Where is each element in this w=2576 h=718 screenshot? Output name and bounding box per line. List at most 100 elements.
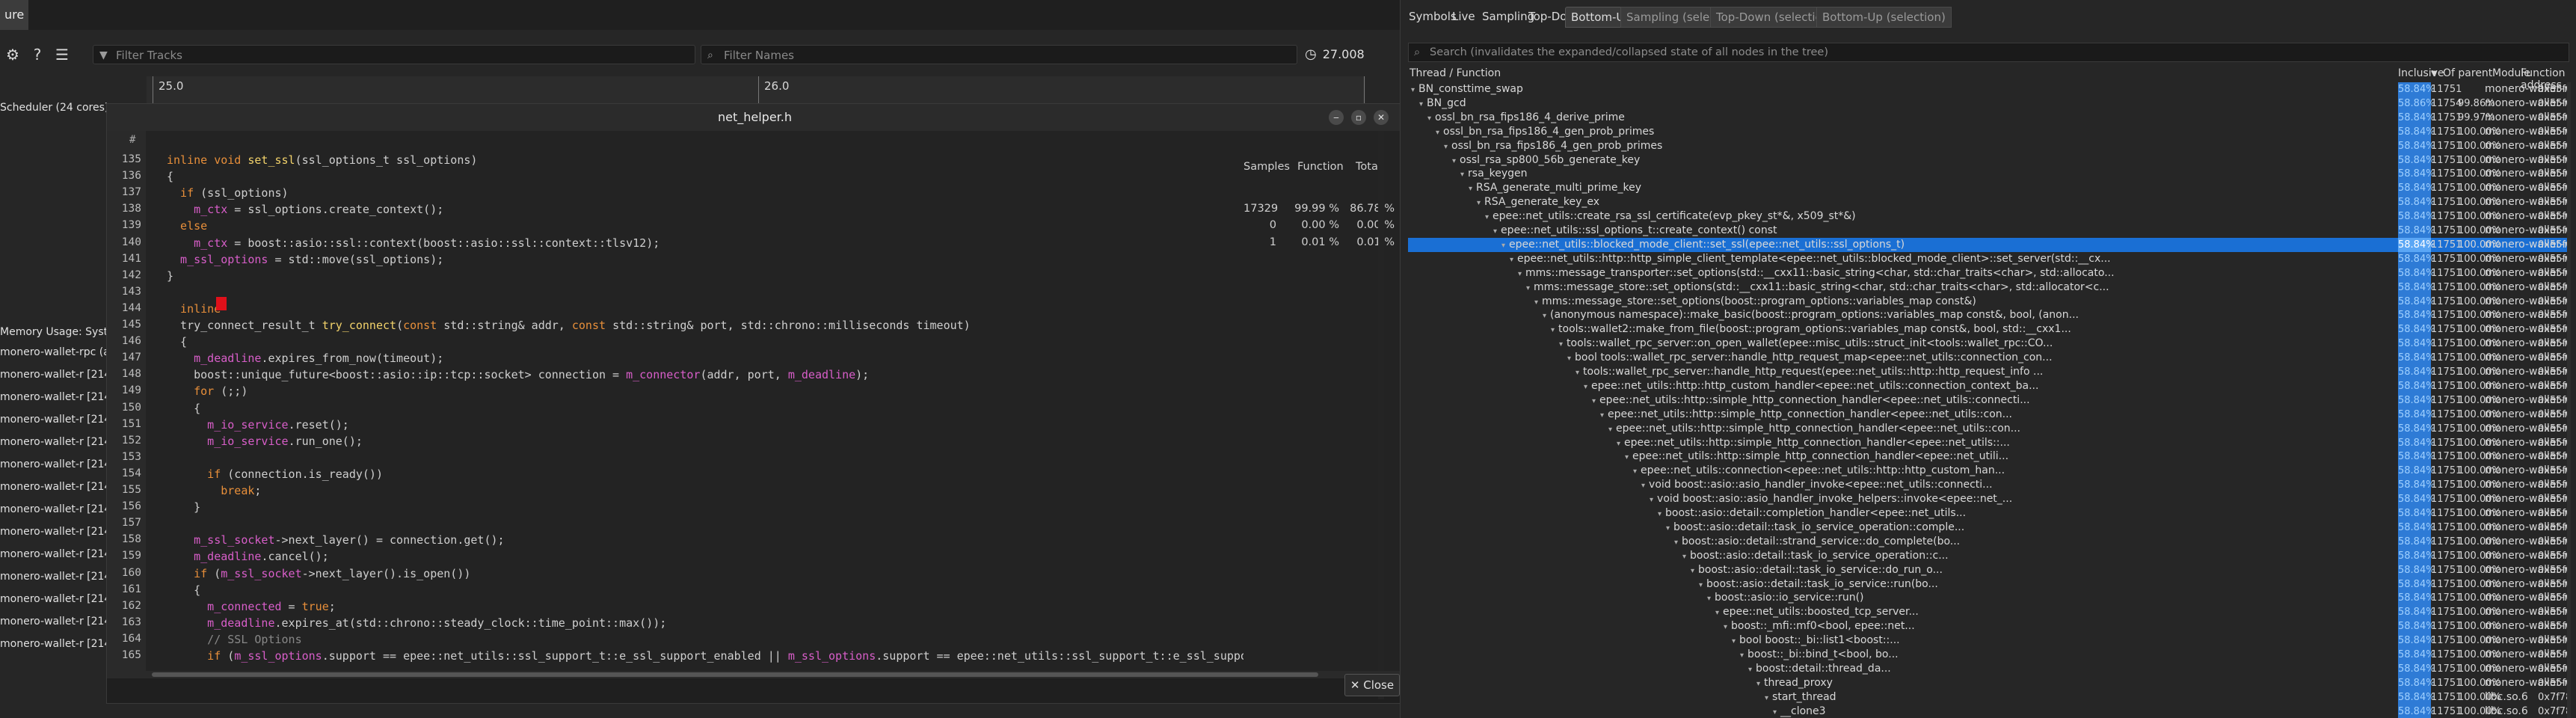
tree-row[interactable]: ▾ ossl_rsa_sp800_56b_generate_key 58.84% 11… [1408, 153, 2569, 168]
tree-row[interactable]: ▾ bool tools::wallet_rpc_server::handle_h… [1408, 351, 2569, 366]
expand-arrow-icon[interactable]: ▾ [1419, 100, 1423, 108]
tree-row[interactable]: ▾ bool boost::_bi::list1<boost::... 58.84%… [1408, 633, 2569, 648]
process-track-label[interactable]: monero-wallet-r [2147C [0, 391, 106, 403]
filter-names-input[interactable]: ⌕ Filter Names [701, 45, 1297, 64]
tree-row[interactable]: ▾ epee::net_utils::blocked_mode_client::s… [1408, 237, 2569, 252]
tree-row[interactable]: ▾ boost::detail::thread_da... 58.84% 11751 1… [1408, 661, 2569, 676]
col-of-parent[interactable]: Of parent [2443, 67, 2492, 79]
tree-row[interactable]: ▾ boost::asio::detail::task_io_service::r… [1408, 577, 2569, 592]
tree-row[interactable]: ▾ __clone3 58.84% 11751 100.00% libc.so.6 0x7f… [1408, 704, 2569, 718]
tree-row[interactable]: ▾ (anonymous namespace)::make_basic(boost… [1408, 308, 2569, 323]
tree-row[interactable]: ▾ tools::wallet_rpc_server::handle_http_r… [1408, 365, 2569, 379]
expand-arrow-icon[interactable]: ▾ [1756, 680, 1760, 688]
expand-arrow-icon[interactable]: ▾ [1559, 340, 1563, 349]
tree-row[interactable]: ▾ boost::asio::detail::task_io_service_op… [1408, 548, 2569, 563]
tree-row[interactable]: ▾ epee::net_utils::create_rsa_ssl_certifi… [1408, 209, 2569, 224]
minimize-icon[interactable]: ‒ [1329, 110, 1344, 125]
process-track-label[interactable]: monero-wallet-rpc (all t [0, 346, 106, 358]
expand-arrow-icon[interactable]: ▾ [1493, 227, 1497, 236]
tree-row[interactable]: ▾ epee::net_utils::http::simple_http_conn… [1408, 435, 2569, 450]
tree-row[interactable]: ▾ boost::asio::detail::completion_handler… [1408, 506, 2569, 521]
expand-arrow-icon[interactable]: ▾ [1543, 312, 1546, 320]
expand-arrow-icon[interactable]: ▾ [1600, 411, 1604, 420]
tree-row[interactable]: ▾ mms::message_store::set_options(std::__… [1408, 280, 2569, 295]
process-track-label[interactable]: monero-wallet-r [2147C [0, 503, 106, 515]
expand-arrow-icon[interactable]: ▾ [1691, 567, 1694, 575]
expand-arrow-icon[interactable]: ▾ [1699, 581, 1703, 589]
expand-arrow-icon[interactable]: ▾ [1666, 524, 1670, 533]
tree-row[interactable]: ▾ epee::net_utils::connection<epee::net_u… [1408, 464, 2569, 479]
tree-row[interactable]: ▾ BN_consttime_swap 58.84% 11751 monero-wall… [1408, 82, 2569, 96]
expand-arrow-icon[interactable]: ▾ [1608, 426, 1612, 434]
tree-row[interactable]: ▾ boost::_bi::bind_t<bool, bo... 58.84% 117… [1408, 648, 2569, 662]
scheduler-track-label[interactable]: Scheduler (24 cores) [0, 102, 108, 114]
expand-arrow-icon[interactable]: ▾ [1551, 326, 1555, 334]
process-track-label[interactable]: monero-wallet-r [2147C [0, 436, 106, 448]
expand-arrow-icon[interactable]: ▾ [1592, 397, 1596, 405]
expand-arrow-icon[interactable]: ▾ [1510, 256, 1513, 264]
expand-arrow-icon[interactable]: ▾ [1576, 369, 1579, 377]
tree-row[interactable]: ▾BN_gcd58.86%1175499.86%monero-wallet-rp… [1408, 96, 2569, 111]
expand-arrow-icon[interactable]: ▾ [1567, 355, 1571, 363]
process-track-label[interactable]: monero-wallet-r [2147C [0, 526, 106, 538]
expand-arrow-icon[interactable]: ▾ [1740, 651, 1744, 660]
tree-row[interactable]: ▾ epee::net_utils::http::simple_http_conn… [1408, 421, 2569, 436]
expand-arrow-icon[interactable]: ▾ [1658, 510, 1662, 518]
filter-tracks-input[interactable]: ▼ Filter Tracks [93, 45, 695, 64]
expand-arrow-icon[interactable]: ▾ [1765, 694, 1768, 702]
tree-row[interactable]: ▾ ossl_bn_rsa_fips186_4_gen_prob_primes 58… [1408, 124, 2569, 139]
tree-row[interactable]: ▾ void boost::asio::asio_handler_invoke<e… [1408, 478, 2569, 493]
expand-arrow-icon[interactable]: ▾ [1526, 284, 1530, 292]
process-track-label[interactable]: monero-wallet-r [21465 [0, 369, 106, 381]
expand-arrow-icon[interactable]: ▾ [1633, 467, 1637, 476]
tree-row[interactable]: ▾ epee::net_utils::ssl_options_t::create_… [1408, 224, 2569, 238]
tree-row[interactable]: ▾ ossl_bn_rsa_fips186_4_derive_prime 58.84… [1408, 110, 2569, 125]
maximize-icon[interactable]: ▫ [1351, 110, 1366, 125]
expand-arrow-icon[interactable]: ▾ [1584, 383, 1587, 391]
tree-row[interactable]: ▾ boost::asio::detail::strand_service::do… [1408, 534, 2569, 549]
tree-row[interactable]: ▾ tools::wallet2::make_from_file(boost::p… [1408, 322, 2569, 337]
close-button[interactable]: ✕ Close [1344, 674, 1400, 696]
dialog-titlebar[interactable]: net_helper.h ‒ ▫ ✕ [107, 104, 1403, 131]
tree-row[interactable]: ▾ ossl_bn_rsa_fips186_4_gen_prob_primes 58… [1408, 138, 2569, 153]
tree-row[interactable]: ▾ RSA_generate_key_ex 58.84% 11751 100.00% mo… [1408, 195, 2569, 210]
tree-row[interactable]: ▾ RSA_generate_multi_prime_key 58.84% 11751… [1408, 181, 2569, 196]
expand-arrow-icon[interactable]: ▾ [1427, 114, 1431, 123]
tree-row[interactable]: ▾ epee::net_utils::boosted_tcp_server... 5… [1408, 605, 2569, 620]
process-track-label[interactable]: monero-wallet-r [2147C [0, 593, 106, 605]
tree-row[interactable]: ▾ epee::net_utils::http::http_simple_clie… [1408, 251, 2569, 266]
expand-arrow-icon[interactable]: ▾ [1674, 538, 1678, 547]
col-thread-function[interactable]: Thread / Function [1410, 67, 1501, 79]
timeline-ruler[interactable]: 25.0 26.0 [147, 76, 1365, 104]
code-horizontal-scrollbar[interactable] [107, 671, 1404, 678]
help-icon[interactable]: ? [28, 45, 47, 64]
expand-arrow-icon[interactable]: ▾ [1682, 553, 1686, 561]
expand-arrow-icon[interactable]: ▾ [1477, 199, 1481, 207]
tree-row[interactable]: ▾ epee::net_utils::http::http_custom_hand… [1408, 378, 2569, 393]
tree-row[interactable]: ▾ boost::_mfi::mf0<bool, epee::net... 58.8… [1408, 619, 2569, 634]
tree-row[interactable]: ▾ boost::asio::detail::task_io_service_op… [1408, 520, 2569, 535]
expand-arrow-icon[interactable]: ▾ [1452, 157, 1456, 165]
expand-arrow-icon[interactable]: ▾ [1773, 708, 1777, 717]
tree-row[interactable]: ▾ tools::wallet_rpc_server::on_open_walle… [1408, 337, 2569, 352]
process-track-label[interactable]: monero-wallet-r [2147C [0, 481, 106, 493]
tree-row[interactable]: ▾ epee::net_utils::http::simple_http_conn… [1408, 407, 2569, 422]
gear-icon[interactable]: ⚙ [3, 45, 22, 64]
tree-row[interactable]: ▾ epee::net_utils::http::simple_http_conn… [1408, 393, 2569, 408]
code-vertical-scrollbar[interactable] [1378, 131, 1384, 699]
tree-row[interactable]: ▾ start_thread 58.84% 11751 100.00% libc.so.6… [1408, 690, 2569, 705]
expand-arrow-icon[interactable]: ▾ [1724, 623, 1727, 631]
scroll-thumb[interactable] [152, 672, 1318, 677]
tree-row[interactable]: ▾ boost::asio::detail::task_io_service::d… [1408, 562, 2569, 577]
tree-row[interactable]: ▾ thread_proxy 58.84% 11751 100.00% monero-wa… [1408, 675, 2569, 690]
tree-row[interactable]: ▾ boost::asio::io_service::run() 58.84% 117… [1408, 591, 2569, 606]
code-view[interactable]: # 135 136 137 138 139 140 141 142 143 144 145 146 14… [107, 131, 1254, 671]
expand-arrow-icon[interactable]: ▾ [1444, 143, 1448, 151]
process-track-label[interactable]: monero-wallet-r [2147C [0, 548, 106, 560]
process-track-label[interactable]: monero-wallet-r [2147C [0, 571, 106, 583]
process-track-label[interactable]: monero-wallet-r [2147C [0, 616, 106, 628]
sliders-icon[interactable]: ☰ [52, 45, 72, 64]
close-icon[interactable]: ✕ [1374, 110, 1389, 125]
expand-arrow-icon[interactable]: ▾ [1485, 213, 1489, 221]
expand-arrow-icon[interactable]: ▾ [1436, 129, 1439, 137]
